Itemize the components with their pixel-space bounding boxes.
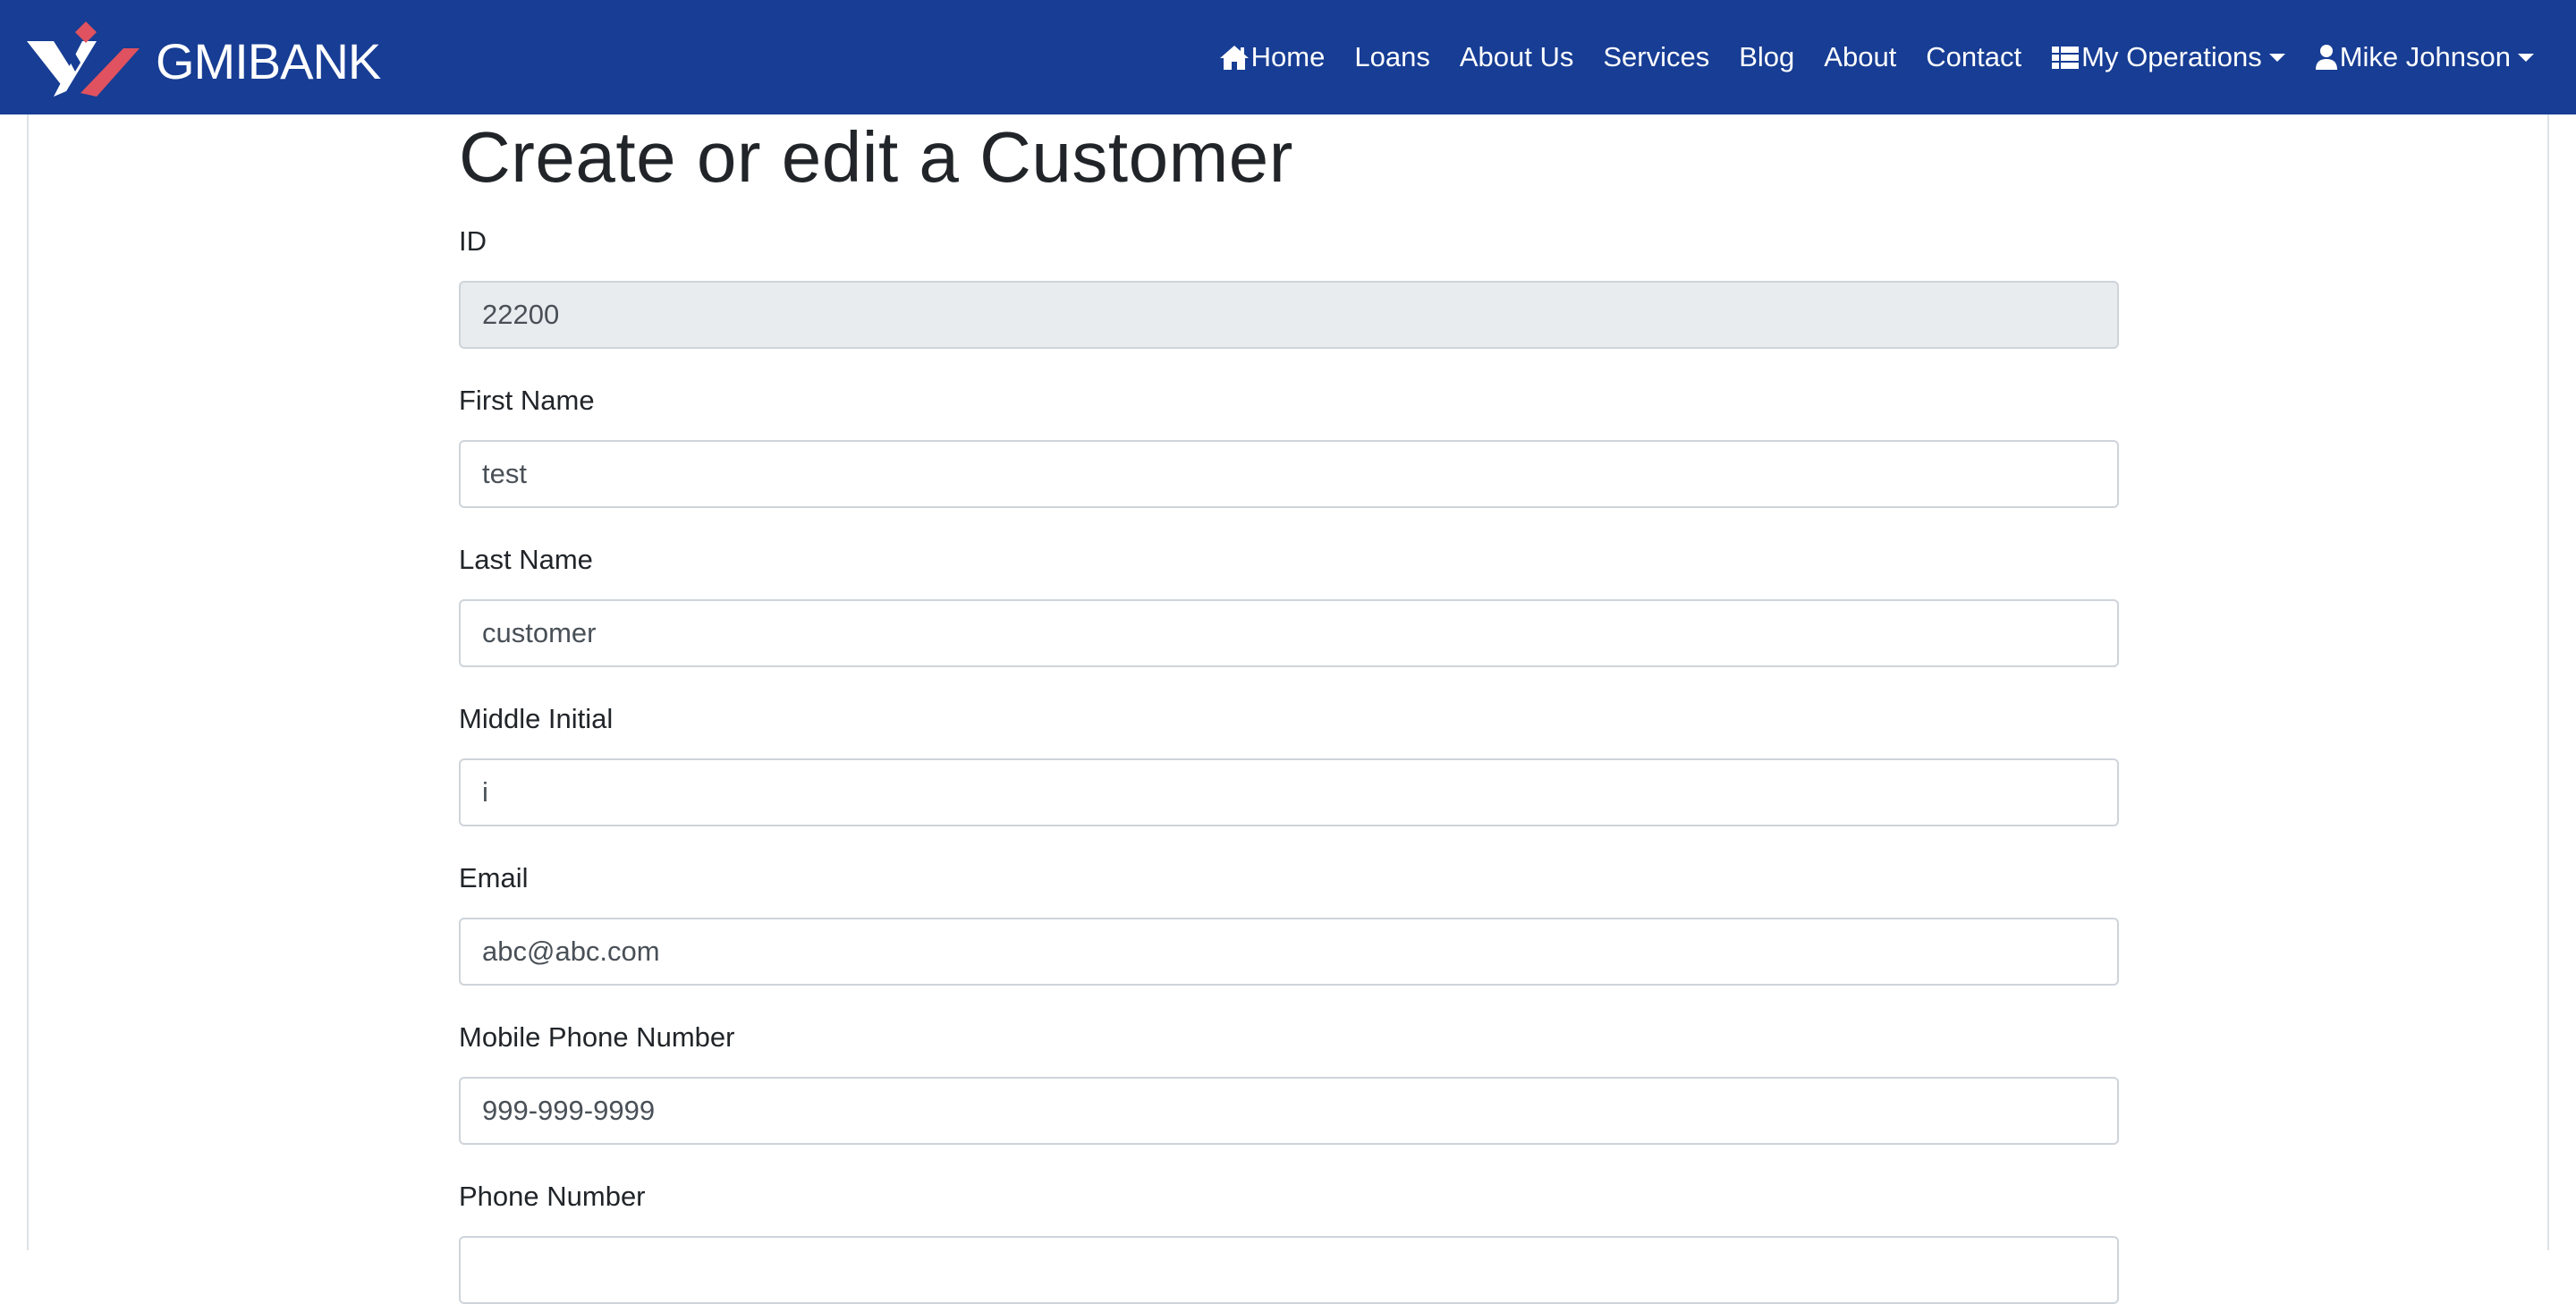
caret-down-icon (2518, 53, 2534, 62)
nav-services[interactable]: Services (1603, 41, 1709, 73)
field-email: Email (459, 862, 2119, 986)
id-label: ID (459, 225, 487, 257)
nav-contact-label: Contact (1926, 41, 2022, 72)
nav-about-us[interactable]: About Us (1460, 41, 1574, 73)
id-input[interactable] (459, 281, 2119, 349)
nav-loans[interactable]: Loans (1354, 41, 1429, 73)
brand-logo-link[interactable]: GMIBANK (27, 21, 381, 100)
middle-initial-label: Middle Initial (459, 703, 614, 734)
nav-account-dropdown[interactable]: Mike Johnson (2315, 41, 2534, 73)
field-last-name: Last Name (459, 544, 2119, 667)
field-id: ID (459, 225, 2119, 349)
home-icon (1219, 46, 1249, 70)
nav-home[interactable]: Home (1219, 41, 1326, 73)
last-name-input[interactable] (459, 599, 2119, 667)
nav-blog-label: Blog (1739, 41, 1795, 72)
email-label: Email (459, 862, 529, 893)
brand-name: GMIBANK (156, 32, 381, 89)
middle-initial-input[interactable] (459, 758, 2119, 826)
first-name-input[interactable] (459, 440, 2119, 508)
nav-about-label: About (1824, 41, 1897, 72)
nav-home-label: Home (1250, 41, 1326, 72)
phone-input[interactable] (459, 1236, 2119, 1304)
top-navbar: GMIBANK Home Loans About Us Services Blo… (0, 0, 2576, 114)
page-container: Create or edit a Customer ID First Name … (27, 114, 2549, 1304)
field-phone: Phone Number (459, 1181, 2119, 1304)
caret-down-icon (2268, 53, 2285, 62)
user-icon (2315, 45, 2337, 70)
main-nav: Home Loans About Us Services Blog About … (1219, 0, 2534, 114)
nav-blog[interactable]: Blog (1739, 41, 1794, 73)
mobile-phone-label: Mobile Phone Number (459, 1021, 735, 1053)
page-title: Create or edit a Customer (459, 117, 1293, 197)
nav-account-label: Mike Johnson (2339, 41, 2511, 72)
nav-my-operations-label: My Operations (2081, 41, 2262, 72)
phone-label: Phone Number (459, 1181, 646, 1212)
gmibank-logo-icon (27, 21, 140, 97)
nav-my-operations-dropdown[interactable]: My Operations (2051, 41, 2285, 73)
nav-loans-label: Loans (1354, 41, 1430, 72)
first-name-label: First Name (459, 385, 595, 416)
list-icon (2052, 47, 2080, 69)
field-middle-initial: Middle Initial (459, 703, 2119, 826)
nav-about[interactable]: About (1824, 41, 1896, 73)
nav-contact[interactable]: Contact (1926, 41, 2021, 73)
field-mobile-phone: Mobile Phone Number (459, 1021, 2119, 1145)
field-first-name: First Name (459, 385, 2119, 508)
last-name-label: Last Name (459, 544, 593, 575)
nav-services-label: Services (1603, 41, 1710, 72)
nav-about-us-label: About Us (1459, 41, 1574, 72)
mobile-phone-input[interactable] (459, 1077, 2119, 1145)
email-input[interactable] (459, 918, 2119, 986)
